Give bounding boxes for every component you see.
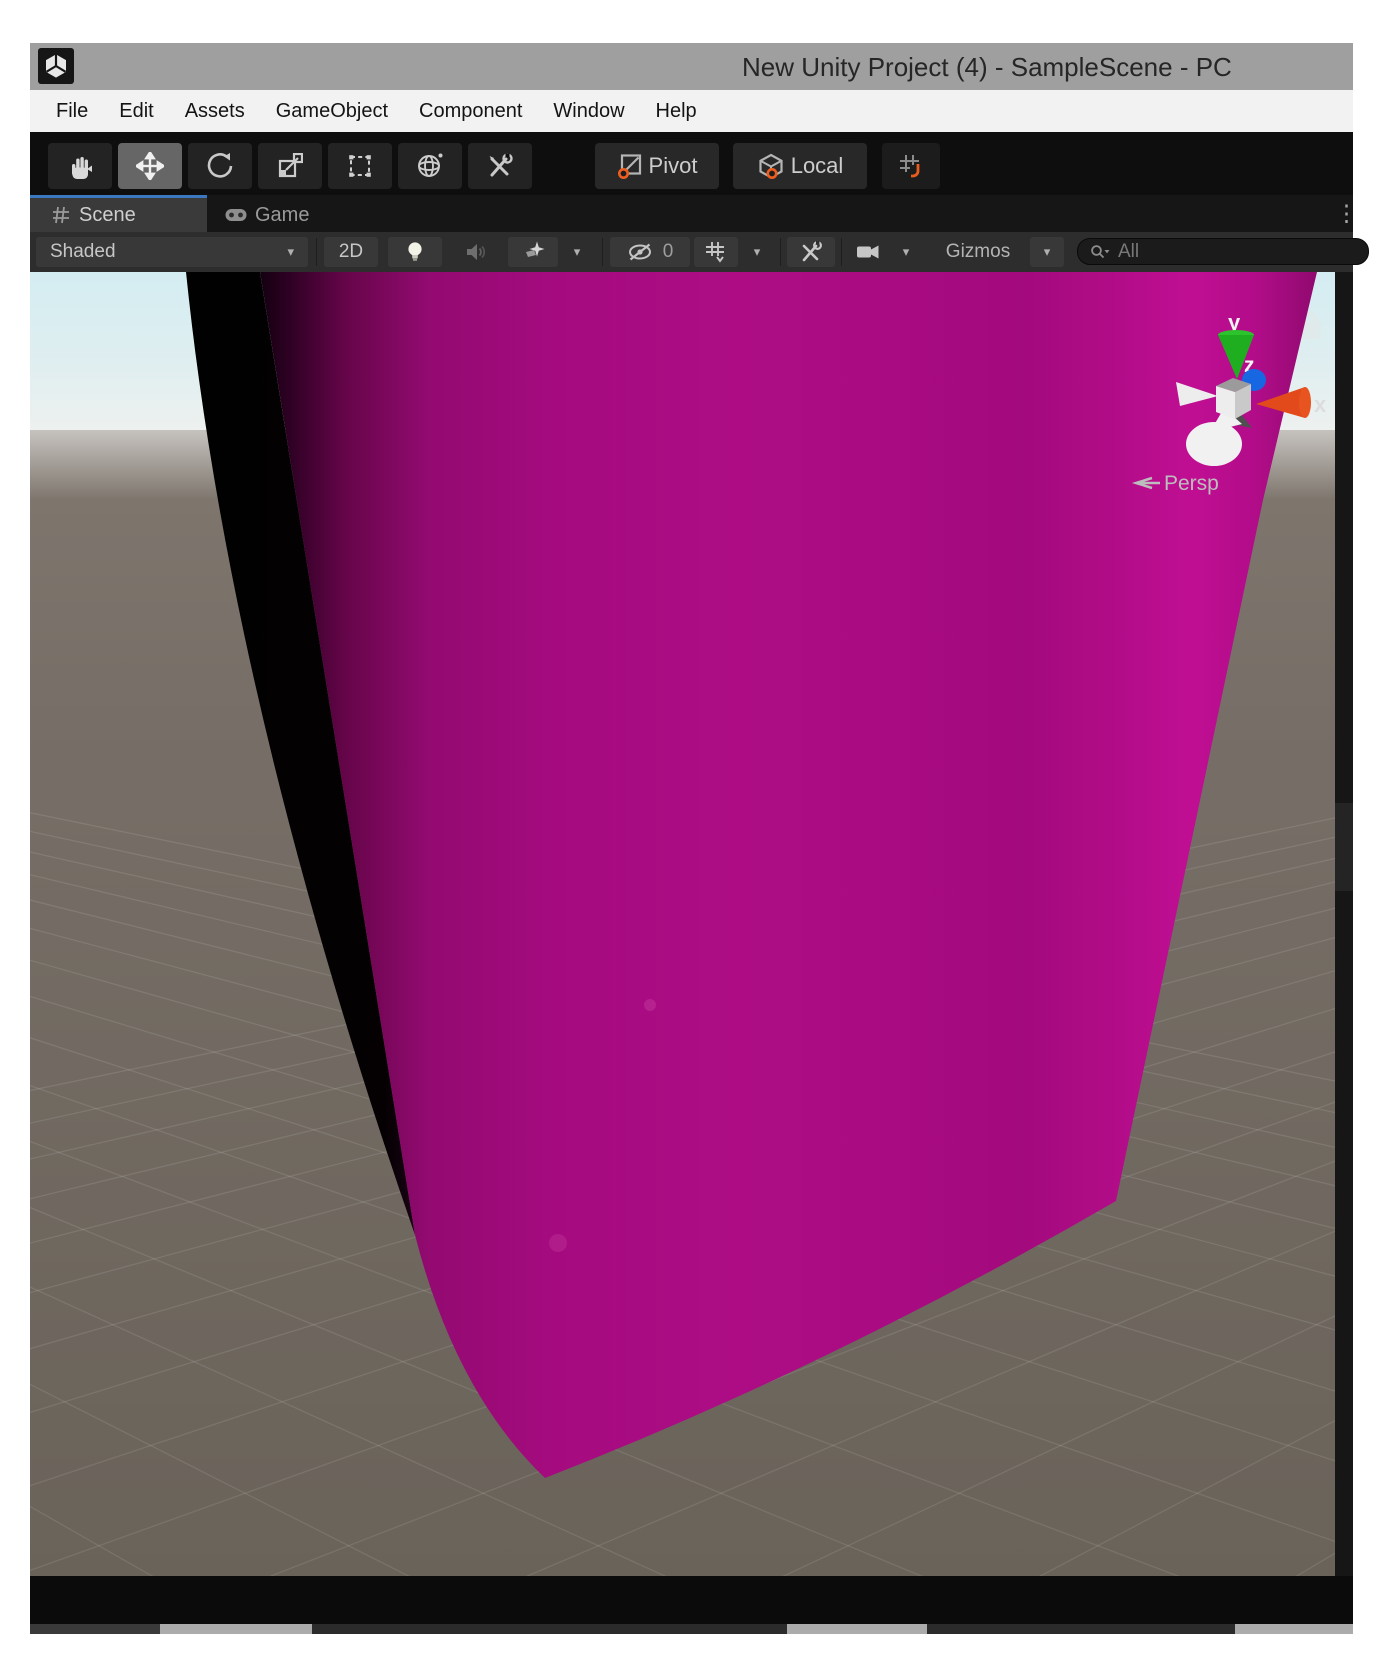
transform-icon — [416, 152, 444, 180]
separator — [780, 238, 781, 266]
search-value: All — [1118, 241, 1139, 263]
scene-render: y z x Persp — [30, 272, 1353, 1576]
audio-toggle-button[interactable] — [450, 237, 502, 267]
hand-icon — [67, 153, 94, 180]
axis-front-cone[interactable] — [1186, 422, 1242, 466]
scene-view-toolbar: Shaded ▾ 2D — [30, 232, 1353, 272]
gizmos-dropdown-caret[interactable]: ▾ — [1030, 237, 1064, 267]
cutoff-panel-segment — [1235, 1624, 1353, 1634]
wrench-screwdriver-icon — [486, 152, 514, 180]
hidden-count: 0 — [663, 241, 674, 263]
scene-tab-label: Scene — [79, 204, 136, 227]
pivot-toggle-button[interactable]: Pivot — [595, 143, 719, 189]
chevron-down-icon: ▾ — [287, 244, 294, 260]
tab-menu-kebab[interactable]: ⋮ — [1335, 199, 1358, 227]
rotate-tool-button[interactable] — [188, 143, 252, 189]
2d-label: 2D — [339, 241, 363, 263]
grid-icon — [705, 241, 727, 263]
2d-toggle-button[interactable]: 2D — [324, 237, 378, 267]
view-tab-bar: Scene Game ⋮ — [30, 195, 1353, 232]
cutoff-panel-segment — [160, 1624, 312, 1634]
game-tab-label: Game — [255, 204, 309, 227]
tab-scene[interactable]: Scene — [30, 195, 207, 232]
scene-search-field[interactable]: All — [1077, 238, 1369, 265]
local-toggle-button[interactable]: Local — [733, 143, 867, 189]
separator — [602, 238, 603, 266]
wrench-screwdriver-icon — [799, 240, 823, 264]
move-icon — [136, 152, 164, 180]
grid-visibility-button[interactable] — [694, 237, 738, 267]
grid-snap-button[interactable] — [882, 143, 940, 189]
object-surface-dot — [644, 999, 656, 1011]
separator — [316, 238, 317, 266]
axis-x-cone-base — [1299, 387, 1311, 418]
camera-dropdown[interactable]: ▾ — [890, 237, 922, 267]
effects-sparkle-icon — [521, 241, 545, 263]
effects-toggle-button[interactable] — [508, 237, 558, 267]
scene-right-scrollbar[interactable] — [1335, 272, 1353, 1576]
menu-assets[interactable]: Assets — [185, 100, 245, 123]
cutoff-panel-segment — [787, 1624, 927, 1634]
object-surface-smudge — [549, 1234, 567, 1252]
gizmos-dropdown[interactable]: Gizmos — [928, 237, 1028, 267]
chevron-down-icon: ▾ — [754, 244, 761, 260]
menu-component[interactable]: Component — [419, 100, 522, 123]
window-title: New Unity Project (4) - SampleScene - PC — [742, 52, 1232, 83]
scene-grid-icon — [52, 206, 70, 224]
camera-icon — [856, 243, 880, 261]
unity-logo-glyph — [41, 51, 71, 81]
screenshot-stage: New Unity Project (4) - SampleScene - PC… — [0, 0, 1384, 1659]
menu-bar: File Edit Assets GameObject Component Wi… — [30, 90, 1353, 132]
menu-file[interactable]: File — [56, 100, 88, 123]
eye-hidden-icon — [627, 242, 657, 262]
draw-mode-dropdown[interactable]: Shaded ▾ — [36, 237, 308, 267]
hand-tool-button[interactable] — [48, 143, 112, 189]
bottom-dark-strip — [30, 1576, 1353, 1624]
scene-view-canvas[interactable]: y z x Persp — [30, 272, 1353, 1576]
pivot-icon — [617, 153, 643, 179]
camera-settings-button[interactable] — [846, 237, 890, 267]
menu-window[interactable]: Window — [553, 100, 624, 123]
window-title-bar: New Unity Project (4) - SampleScene - PC — [30, 43, 1353, 90]
gizmos-label: Gizmos — [946, 241, 1010, 263]
tab-game[interactable]: Game — [225, 198, 309, 232]
main-toolbar: Pivot Local — [30, 132, 1353, 195]
custom-tools-button[interactable] — [468, 143, 532, 189]
tool-settings-button[interactable] — [787, 237, 835, 267]
chevron-down-icon: ▾ — [574, 244, 581, 260]
draw-mode-label: Shaded — [50, 241, 116, 263]
lighting-toggle-button[interactable] — [388, 237, 442, 267]
effects-dropdown[interactable]: ▾ — [560, 237, 594, 267]
menu-edit[interactable]: Edit — [119, 100, 153, 123]
rect-tool-button[interactable] — [328, 143, 392, 189]
menu-help[interactable]: Help — [656, 100, 697, 123]
grid-dropdown[interactable]: ▾ — [740, 237, 774, 267]
cutoff-panel-segment — [30, 1624, 160, 1634]
scene-visibility-button[interactable]: 0 — [610, 237, 690, 267]
projection-label: Persp — [1164, 472, 1219, 495]
chevron-down-icon: ▾ — [903, 244, 910, 260]
rotate-icon — [206, 152, 234, 180]
scale-tool-button[interactable] — [258, 143, 322, 189]
separator — [841, 238, 842, 266]
axis-x-label: x — [1314, 392, 1327, 417]
scale-icon — [277, 153, 303, 179]
speaker-icon — [465, 242, 487, 262]
pivot-label: Pivot — [649, 153, 698, 179]
transform-tool-button[interactable] — [398, 143, 462, 189]
rect-transform-icon — [347, 153, 373, 179]
unity-logo-icon — [38, 48, 74, 84]
local-label: Local — [791, 153, 844, 179]
chevron-down-icon: ▾ — [1044, 244, 1051, 260]
cutoff-panel-strip — [30, 1624, 1353, 1634]
menu-gameobject[interactable]: GameObject — [276, 100, 388, 123]
gamepad-icon — [225, 208, 247, 222]
lightbulb-icon — [405, 241, 425, 263]
search-icon — [1090, 244, 1110, 260]
scrollbar-thumb[interactable] — [1335, 803, 1353, 891]
local-icon — [757, 153, 785, 180]
move-tool-button[interactable] — [118, 143, 182, 189]
grid-snap-icon — [898, 153, 925, 180]
